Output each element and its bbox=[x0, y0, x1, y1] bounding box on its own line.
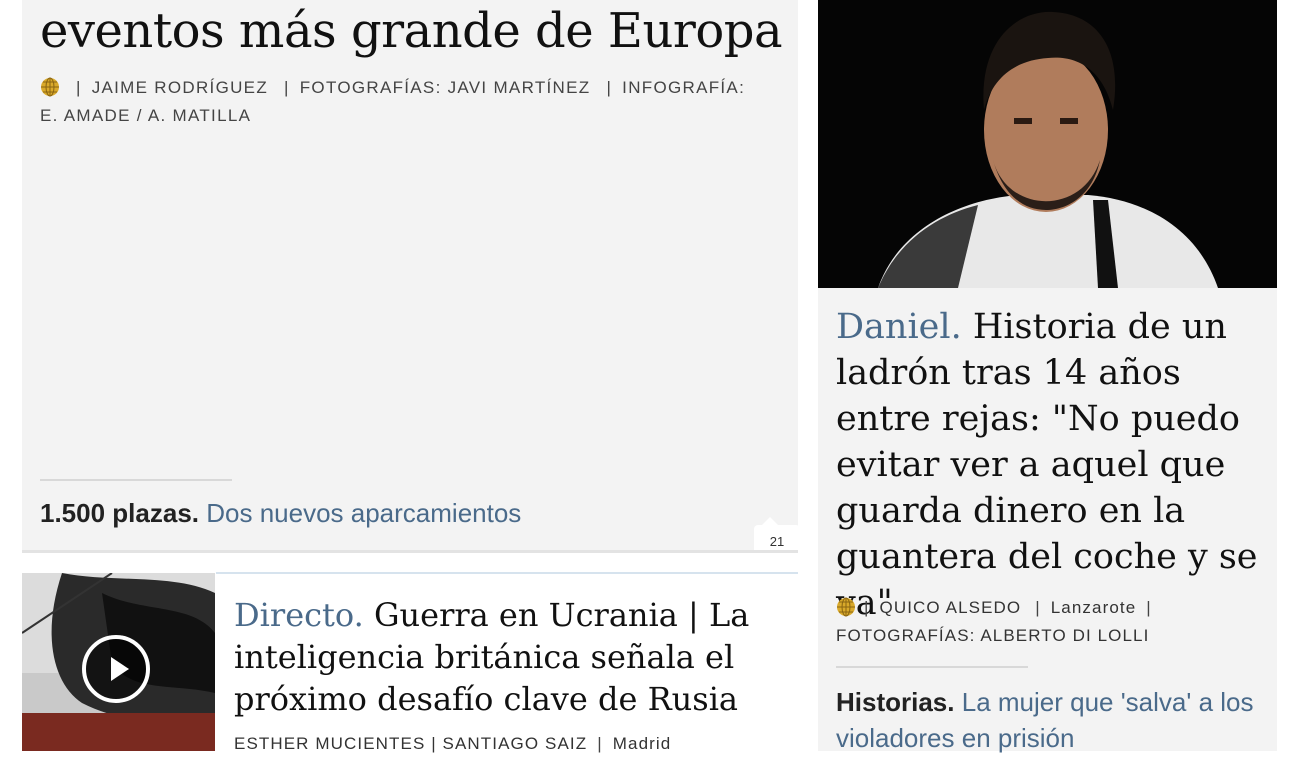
right-related-link[interactable]: Historias. La mujer que 'salva' a los vi… bbox=[836, 684, 1256, 756]
section-divider-blue bbox=[216, 572, 798, 574]
portrait-image bbox=[818, 0, 1277, 288]
second-story-byline: ESTHER MUCIENTES | SANTIAGO SAIZ | Madrid bbox=[234, 734, 672, 753]
related-link-parking[interactable]: 1.500 plazas. Dos nuevos aparcamientos bbox=[40, 497, 521, 529]
right-related-kicker: Historias. bbox=[836, 687, 955, 717]
right-story-title[interactable]: Historia de un ladrón tras 14 años entre… bbox=[836, 307, 1258, 623]
main-story-headline[interactable]: eventos más grande de Europa bbox=[40, 0, 783, 62]
comments-count-badge[interactable]: 21 bbox=[754, 517, 800, 559]
related-kicker: 1.500 plazas. bbox=[40, 498, 199, 528]
second-story-kicker: Directo. bbox=[234, 596, 364, 634]
right-story-author[interactable]: QUICO ALSEDO bbox=[880, 598, 1022, 617]
globe-icon bbox=[837, 597, 855, 617]
right-story-byline: | QUICO ALSEDO | Lanzarote | FOTOGRAFÍAS: AL… bbox=[836, 597, 1152, 645]
right-story-kicker: Daniel. bbox=[836, 307, 962, 347]
right-related-divider bbox=[836, 666, 1028, 668]
video-thumbnail[interactable] bbox=[22, 573, 215, 751]
section-divider bbox=[22, 550, 798, 553]
right-story-photo-credit: FOTOGRAFÍAS: ALBERTO DI LOLLI bbox=[836, 626, 1150, 645]
right-story-headline[interactable]: Daniel. Historia de un ladrón tras 14 añ… bbox=[836, 304, 1266, 626]
second-story-authors[interactable]: ESTHER MUCIENTES | SANTIAGO SAIZ bbox=[234, 734, 587, 753]
related-link-text[interactable]: Dos nuevos aparcamientos bbox=[206, 498, 521, 528]
related-divider bbox=[40, 479, 232, 481]
author-link[interactable]: JAIME RODRÍGUEZ bbox=[92, 78, 268, 97]
infographic-credit: INFOGRAFÍA: bbox=[622, 78, 746, 97]
second-story-location: Madrid bbox=[612, 734, 672, 753]
second-story-headline[interactable]: Directo. Guerra en Ucrania | La intelige… bbox=[234, 594, 774, 720]
globe-icon bbox=[41, 77, 59, 97]
main-story-byline: | JAIME RODRÍGUEZ | FOTOGRAFÍAS: JAVI MARTÍ… bbox=[40, 77, 746, 125]
right-story-location: Lanzarote bbox=[1050, 598, 1137, 617]
infographic-authors: E. AMADE / A. MATILLA bbox=[40, 106, 252, 125]
photographer-credit: FOTOGRAFÍAS: JAVI MARTÍNEZ bbox=[299, 78, 591, 97]
play-icon[interactable] bbox=[82, 635, 150, 703]
portrait-photo[interactable] bbox=[818, 0, 1277, 288]
